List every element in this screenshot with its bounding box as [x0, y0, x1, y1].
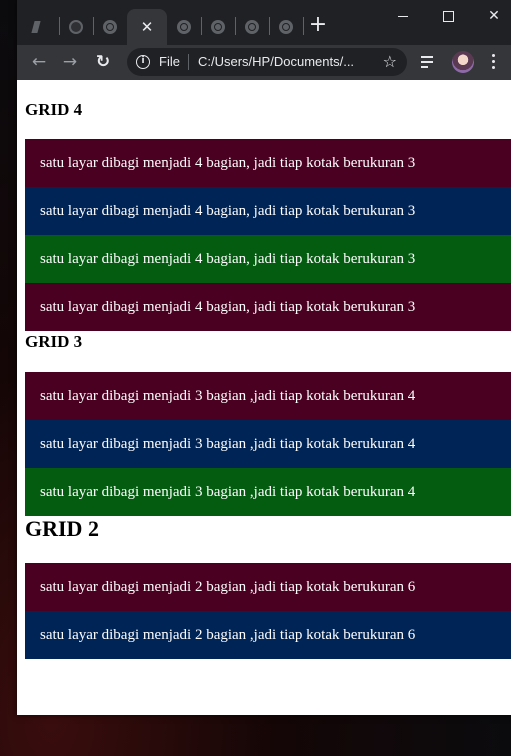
- globe-icon: [245, 20, 259, 34]
- tab-strip: ✕ + ✕: [17, 0, 511, 45]
- globe-icon: [103, 20, 117, 34]
- back-icon[interactable]: ←: [26, 49, 52, 75]
- grid2-row: satu layar dibagi menjadi 2 bagian ,jadi…: [25, 563, 511, 611]
- globe-icon: [177, 20, 191, 34]
- profile-avatar[interactable]: [452, 51, 474, 73]
- page-content: GRID 4 satu layar dibagi menjadi 4 bagia…: [17, 80, 511, 715]
- tab-separator: [303, 17, 304, 35]
- grid4-row: satu layar dibagi menjadi 4 bagian, jadi…: [25, 235, 511, 283]
- grid4-row: satu layar dibagi menjadi 4 bagian, jadi…: [25, 139, 511, 187]
- window-close-icon[interactable]: ✕: [484, 6, 504, 26]
- tab-3[interactable]: [93, 9, 127, 45]
- bookmark-star-icon[interactable]: ☆: [383, 52, 397, 71]
- tab-active[interactable]: ✕: [127, 9, 167, 45]
- url-text[interactable]: C:/Users/HP/Documents/...: [198, 54, 354, 69]
- grid3-row: satu layar dibagi menjadi 3 bagian ,jadi…: [25, 372, 511, 420]
- grid4-heading: GRID 4: [25, 100, 83, 119]
- tab-8[interactable]: [269, 9, 303, 45]
- pen-icon: [31, 21, 53, 33]
- github-icon: [69, 20, 83, 34]
- browser-toolbar: ← → ↻ i File C:/Users/HP/Documents/... ☆: [17, 45, 511, 80]
- tab-6[interactable]: [201, 9, 235, 45]
- address-separator: [188, 54, 189, 70]
- media-playlist-icon[interactable]: [421, 55, 435, 69]
- tab-7[interactable]: [235, 9, 269, 45]
- menu-kebab-icon[interactable]: [492, 54, 496, 70]
- globe-icon: [279, 20, 293, 34]
- grid3-heading: GRID 3: [25, 332, 83, 351]
- tab-5[interactable]: [167, 9, 201, 45]
- close-tab-icon[interactable]: ✕: [141, 19, 154, 35]
- browser-window: ✕ + ✕ ← → ↻ i File C:/Users/HP/Documents…: [17, 0, 511, 715]
- tab-2[interactable]: [59, 9, 93, 45]
- grid3-row: satu layar dibagi menjadi 3 bagian ,jadi…: [25, 468, 511, 516]
- grid3-row: satu layar dibagi menjadi 3 bagian ,jadi…: [25, 420, 511, 468]
- reload-icon[interactable]: ↻: [90, 49, 116, 75]
- grid2-heading: GRID 2: [25, 516, 99, 541]
- new-tab-button[interactable]: +: [306, 14, 330, 36]
- tab-1[interactable]: [25, 9, 59, 45]
- globe-icon: [211, 20, 225, 34]
- minimize-icon[interactable]: [393, 6, 413, 26]
- maximize-icon[interactable]: [438, 6, 458, 26]
- url-scheme: File: [159, 54, 180, 69]
- address-bar[interactable]: i File C:/Users/HP/Documents/... ☆: [127, 48, 407, 76]
- forward-icon[interactable]: →: [57, 49, 83, 75]
- grid2-row: satu layar dibagi menjadi 2 bagian ,jadi…: [25, 611, 511, 659]
- grid4-row: satu layar dibagi menjadi 4 bagian, jadi…: [25, 187, 511, 235]
- info-icon[interactable]: i: [136, 55, 150, 69]
- grid4-row: satu layar dibagi menjadi 4 bagian, jadi…: [25, 283, 511, 331]
